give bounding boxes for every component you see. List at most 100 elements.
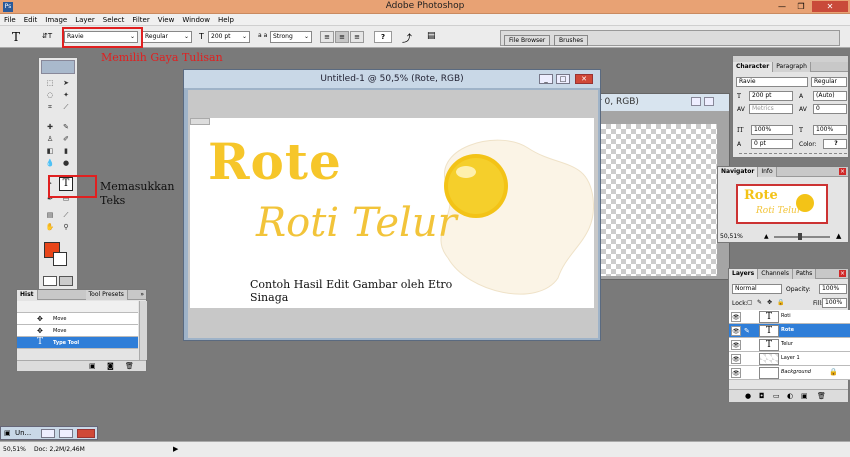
menu-image[interactable]: Image (41, 14, 71, 26)
trash-icon[interactable]: 🗑 (817, 392, 826, 400)
history-snapshot-row[interactable] (17, 301, 138, 313)
zoom-out-icon[interactable]: ▲ (764, 233, 769, 240)
eraser-tool-icon[interactable]: ◧ (45, 146, 55, 156)
menu-edit[interactable]: Edit (20, 14, 42, 26)
brushes-tab[interactable]: Brushes (554, 35, 589, 46)
bg-maximize-button[interactable] (704, 97, 714, 106)
zoom-slider[interactable] (774, 236, 830, 238)
adjustment-layer-icon[interactable]: ◐ (787, 392, 793, 400)
opacity-field[interactable]: 100% (819, 284, 847, 294)
status-menu-arrow-icon[interactable]: ▶ (173, 445, 178, 453)
palettes-toggle-icon[interactable]: ▤ (427, 31, 436, 41)
close-button[interactable]: ✕ (812, 1, 848, 12)
tab-paths[interactable]: Paths (792, 269, 817, 279)
gradient-tool-icon[interactable]: ▮ (61, 146, 71, 156)
document-canvas[interactable]: Rote Roti Telur Contoh Hasil Edit Gambar… (190, 118, 594, 308)
document-window[interactable]: Untitled-1 @ 50,5% (Rote, RGB) _ □ ✕ Rot… (183, 69, 601, 341)
history-item[interactable]: ✥ Move (17, 313, 138, 325)
eye-icon[interactable]: 👁 (731, 368, 741, 378)
blend-mode-select[interactable]: Normal (732, 284, 782, 294)
lock-position-icon[interactable]: ✥ (767, 299, 772, 306)
character-style-select[interactable]: Regular (811, 77, 847, 87)
character-kerning-field[interactable]: Metrics (749, 104, 793, 114)
menu-layer[interactable]: Layer (71, 14, 99, 26)
layer-row[interactable]: 👁 T Telur (729, 338, 850, 352)
trash-icon[interactable]: 🗑 (125, 362, 134, 370)
font-style-select[interactable]: Regular ⌄ (142, 31, 192, 43)
lasso-tool-icon[interactable]: ◌ (45, 90, 55, 100)
lock-transparency-icon[interactable]: ▢ (747, 299, 753, 306)
add-style-icon[interactable]: ● (745, 392, 751, 400)
tab-paragraph[interactable]: Paragraph (773, 62, 811, 72)
adobe-online-icon[interactable] (41, 60, 75, 74)
character-size-field[interactable]: 200 pt (749, 91, 793, 101)
tab-channels[interactable]: Channels (758, 269, 793, 279)
background-color-swatch[interactable] (53, 252, 67, 266)
layers-close-icon[interactable]: × (839, 270, 846, 277)
font-size-select[interactable]: 200 pt ⌄ (208, 31, 250, 43)
menu-file[interactable]: File (0, 14, 20, 26)
navigator-zoom-value[interactable]: 50,51% (720, 233, 743, 240)
doc-minimize-button[interactable]: _ (539, 74, 553, 84)
align-left-button[interactable]: ≡ (320, 31, 334, 43)
character-baseline-field[interactable]: 0 pt (751, 139, 793, 149)
brush-tool-icon[interactable]: ✎ (61, 122, 71, 132)
layer-row[interactable]: 👁 Background 🔒 (729, 366, 850, 380)
quick-mask-mode-icon[interactable] (59, 276, 73, 286)
status-zoom[interactable]: 50,51% (3, 446, 26, 453)
history-brush-tool-icon[interactable]: ✐ (61, 134, 71, 144)
crop-tool-icon[interactable]: ⌗ (45, 102, 55, 112)
new-set-icon[interactable]: ▭ (773, 392, 780, 400)
eyedropper-tool-icon[interactable]: ⟋ (61, 210, 71, 220)
magic-wand-tool-icon[interactable]: ✦ (61, 90, 71, 100)
tab-history[interactable]: Hist (17, 290, 38, 300)
blur-tool-icon[interactable]: 💧 (45, 158, 55, 168)
doc-close-button[interactable]: ✕ (575, 74, 593, 84)
close-doc-button[interactable] (77, 429, 95, 438)
transparent-canvas[interactable] (601, 124, 717, 276)
notes-tool-icon[interactable]: ▤ (45, 210, 55, 220)
character-font-select[interactable]: Ravie (736, 77, 808, 87)
zoom-in-icon[interactable]: ▲ (836, 232, 841, 240)
align-center-button[interactable]: ≡ (335, 31, 349, 43)
restore-button[interactable] (41, 429, 55, 438)
zoom-tool-icon[interactable]: ⚲ (61, 222, 71, 232)
zoom-slider-thumb[interactable] (798, 233, 802, 240)
menu-help[interactable]: Help (214, 14, 238, 26)
tab-character[interactable]: Character (733, 62, 774, 72)
roti-telur-text[interactable]: Roti Telur (256, 200, 457, 246)
hand-tool-icon[interactable]: ✋ (45, 222, 55, 232)
tab-tool-presets[interactable]: Tool Presets (85, 290, 128, 300)
history-item[interactable]: ✥ Move (17, 325, 138, 337)
marquee-tool-icon[interactable]: ⬚ (45, 78, 55, 88)
text-orientation-icon[interactable]: ⇵T (42, 32, 52, 40)
caption-text[interactable]: Contoh Hasil Edit Gambar oleh Etro Sinag… (250, 278, 452, 304)
minimized-document[interactable]: ▣ Un... (0, 426, 98, 440)
character-color-swatch[interactable]: ? (823, 139, 847, 149)
lock-image-icon[interactable]: ✎ (757, 299, 762, 306)
layer-row[interactable]: 👁 Layer 1 (729, 352, 850, 366)
doc-maximize-button[interactable]: □ (556, 74, 570, 84)
eye-icon[interactable]: 👁 (731, 326, 741, 336)
layer-row-selected[interactable]: 👁 ✎ T Rote (729, 324, 850, 338)
history-scrollbar[interactable] (139, 301, 147, 360)
eye-icon[interactable]: 👁 (731, 354, 741, 364)
dodge-tool-icon[interactable]: ● (61, 158, 71, 168)
new-document-icon[interactable]: ▣ (89, 362, 96, 370)
clone-stamp-tool-icon[interactable]: ♙ (45, 134, 55, 144)
minimize-button[interactable]: — (774, 1, 790, 12)
type-tool-preset-icon[interactable]: T (12, 30, 20, 44)
new-snapshot-icon[interactable]: ◙ (107, 362, 114, 370)
navigator-thumbnail[interactable]: Rote Roti Telur (736, 184, 828, 224)
menu-filter[interactable]: Filter (128, 14, 153, 26)
anti-alias-select[interactable]: Strong ⌄ (270, 31, 312, 43)
standard-mode-icon[interactable] (43, 276, 57, 286)
character-hscale-field[interactable]: 100% (813, 125, 847, 135)
move-tool-icon[interactable]: ➤ (61, 78, 71, 88)
rote-text[interactable]: Rote (208, 132, 342, 191)
align-right-button[interactable]: ≡ (350, 31, 364, 43)
menu-select[interactable]: Select (99, 14, 129, 26)
lock-all-icon[interactable]: 🔒 (777, 299, 784, 306)
panel-menu-icon[interactable]: » (140, 291, 144, 298)
maximize-button[interactable]: ❐ (793, 1, 809, 12)
